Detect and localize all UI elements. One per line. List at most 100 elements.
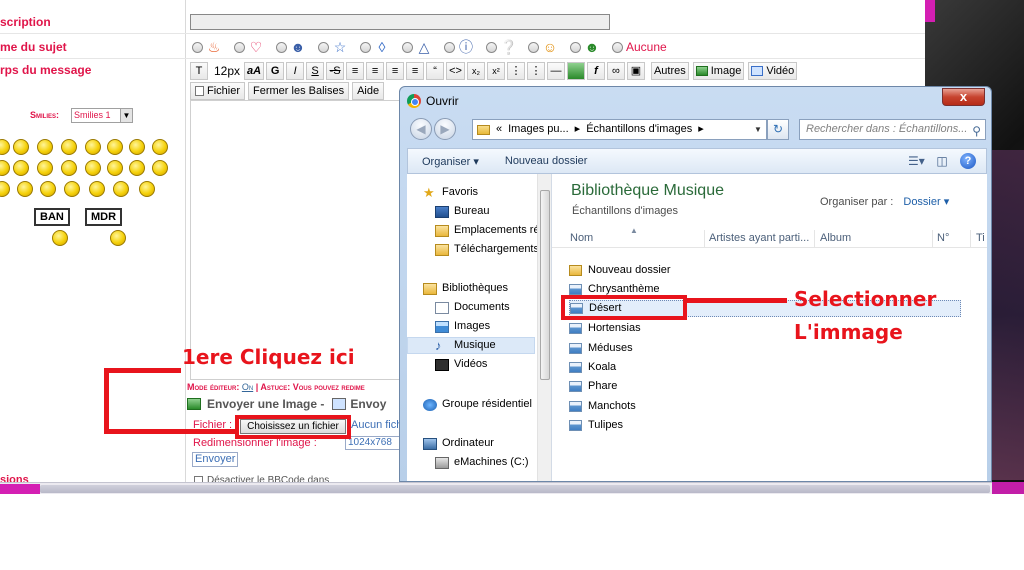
column-header-nom[interactable]: Nom <box>570 232 593 244</box>
file-row[interactable]: Nouveau dossier <box>569 262 671 279</box>
chevron-down-icon[interactable]: ▼ <box>750 120 766 139</box>
organize-by-dropdown[interactable]: Dossier ▾ <box>903 196 949 208</box>
back-button[interactable]: ◀ <box>410 118 432 140</box>
autres-button[interactable]: Autres <box>650 62 689 80</box>
smiley-icon[interactable] <box>61 160 77 176</box>
radio-smile-ball[interactable] <box>276 41 287 53</box>
font-family-icon[interactable]: aA <box>244 62 265 80</box>
search-input[interactable]: Rechercher dans : Échantillons... ⚲ <box>799 119 986 140</box>
forward-button[interactable]: ▶ <box>434 118 456 140</box>
smiley-icon[interactable] <box>37 139 53 155</box>
radio-aucune[interactable] <box>612 41 623 53</box>
breadcrumb-echantillons[interactable]: Échantillons d'images <box>586 120 692 139</box>
horizontal-scrollbar[interactable] <box>0 482 992 494</box>
nav-item-bibliotheques[interactable]: Bibliothèques <box>423 280 508 297</box>
column-separator[interactable] <box>970 230 971 248</box>
smiley-icon[interactable] <box>152 160 168 176</box>
code-icon[interactable]: <> <box>446 62 465 80</box>
file-row[interactable]: Tulipes <box>569 417 623 434</box>
column-header-album[interactable]: Album <box>820 232 851 244</box>
numbered-list-icon[interactable]: ⋮ <box>526 62 545 80</box>
smiley-icon[interactable] <box>17 181 33 197</box>
strike-button[interactable]: -S <box>326 62 345 80</box>
underline-button[interactable]: S <box>306 62 325 80</box>
radio-heart[interactable] <box>234 41 245 53</box>
color-icon[interactable] <box>566 62 585 80</box>
smiley-icon[interactable] <box>113 181 129 197</box>
smiley-icon[interactable] <box>129 160 145 176</box>
font-size-value[interactable]: 12px <box>214 64 240 78</box>
smiley-icon[interactable] <box>61 139 77 155</box>
radio-warning[interactable] <box>402 41 413 53</box>
quote-icon[interactable]: “ <box>426 62 445 80</box>
link-icon[interactable]: ∞ <box>606 62 625 80</box>
radio-crazy[interactable] <box>528 41 539 53</box>
subscript-icon[interactable]: x₂ <box>466 62 485 80</box>
smiley-icon[interactable] <box>107 139 123 155</box>
file-row[interactable]: Méduses <box>569 340 633 357</box>
column-separator[interactable] <box>932 230 933 248</box>
nav-item-emplacements[interactable]: Emplacements ré <box>435 222 540 239</box>
nav-item-telechargements[interactable]: Téléchargements <box>435 241 539 258</box>
radio-grin[interactable] <box>570 41 581 53</box>
radio-info[interactable] <box>444 41 455 53</box>
column-separator[interactable] <box>704 230 705 248</box>
smiley-icon[interactable] <box>89 181 105 197</box>
italic-button[interactable]: I <box>286 62 305 80</box>
mode-on-link[interactable]: On <box>242 382 253 392</box>
nav-item-favoris[interactable]: ★ Favoris <box>423 184 478 201</box>
close-button[interactable]: x <box>942 88 985 106</box>
radio-question[interactable] <box>486 41 497 53</box>
smiley-icon[interactable] <box>13 160 29 176</box>
address-chevrons[interactable]: « <box>496 120 502 139</box>
column-header-artistes[interactable]: Artistes ayant parti... <box>709 232 809 244</box>
scrollbar-thumb[interactable] <box>40 485 990 493</box>
column-separator[interactable] <box>814 230 815 248</box>
nav-scrollbar[interactable] <box>537 174 551 481</box>
smiley-icon[interactable] <box>40 181 56 197</box>
nav-item-images[interactable]: Images <box>435 318 490 335</box>
refresh-button[interactable]: ↻ <box>767 119 789 140</box>
smiley-icon[interactable] <box>85 160 101 176</box>
smiley-icon[interactable] <box>64 181 80 197</box>
nav-item-groupe[interactable]: Groupe résidentiel <box>423 396 532 413</box>
smiley-icon[interactable] <box>107 160 123 176</box>
description-input[interactable] <box>190 14 610 30</box>
ban-smiley-sign[interactable]: BAN <box>34 208 70 226</box>
breadcrumb-images-publiques[interactable]: Images pu... <box>508 120 569 139</box>
image-button[interactable]: Image <box>692 62 745 80</box>
help-button[interactable]: Aide <box>352 82 385 100</box>
nav-item-bureau[interactable]: Bureau <box>435 203 489 220</box>
align-justify-icon[interactable]: ≡ <box>406 62 425 80</box>
close-tags-button[interactable]: Fermer les Balises <box>248 82 350 100</box>
bold-button[interactable]: G <box>266 62 285 80</box>
radio-speech[interactable] <box>360 41 371 53</box>
send-button[interactable]: Envoyer <box>192 452 239 467</box>
column-header-titre[interactable]: Ti <box>976 232 985 244</box>
file-row[interactable]: Koala <box>569 359 616 376</box>
breadcrumb-arrow[interactable]: ▸ <box>698 120 704 139</box>
radio-star[interactable] <box>318 41 329 53</box>
file-row[interactable]: Hortensias <box>569 320 641 337</box>
file-row[interactable]: Manchots <box>569 398 636 415</box>
view-options-icon[interactable]: ☰▾ <box>908 154 925 168</box>
resize-select[interactable]: 1024x768 <box>345 436 401 450</box>
superscript-icon[interactable]: x² <box>486 62 505 80</box>
breadcrumb-arrow[interactable]: ▸ <box>575 120 581 139</box>
nav-item-emachines[interactable]: eMachines (C:) <box>435 454 529 471</box>
smiley-icon[interactable] <box>85 139 101 155</box>
mdr-smiley-sign[interactable]: MDR <box>85 208 123 226</box>
font-f-icon[interactable]: f <box>586 62 605 80</box>
smiley-icon[interactable] <box>129 139 145 155</box>
align-left-icon[interactable]: ≡ <box>346 62 365 80</box>
file-row[interactable]: Phare <box>569 378 617 395</box>
radio-flame[interactable] <box>192 41 203 53</box>
video-button[interactable]: Vidéo <box>748 62 798 80</box>
align-center-icon[interactable]: ≡ <box>366 62 385 80</box>
table-icon[interactable]: ▣ <box>626 62 645 80</box>
smiley-icon[interactable] <box>37 160 53 176</box>
preview-pane-icon[interactable]: ◫ <box>934 154 950 168</box>
smilies-select[interactable]: Smilies 1 ▼ <box>71 108 133 123</box>
smiley-icon[interactable] <box>13 139 29 155</box>
new-folder-button[interactable]: Nouveau dossier <box>505 155 588 167</box>
